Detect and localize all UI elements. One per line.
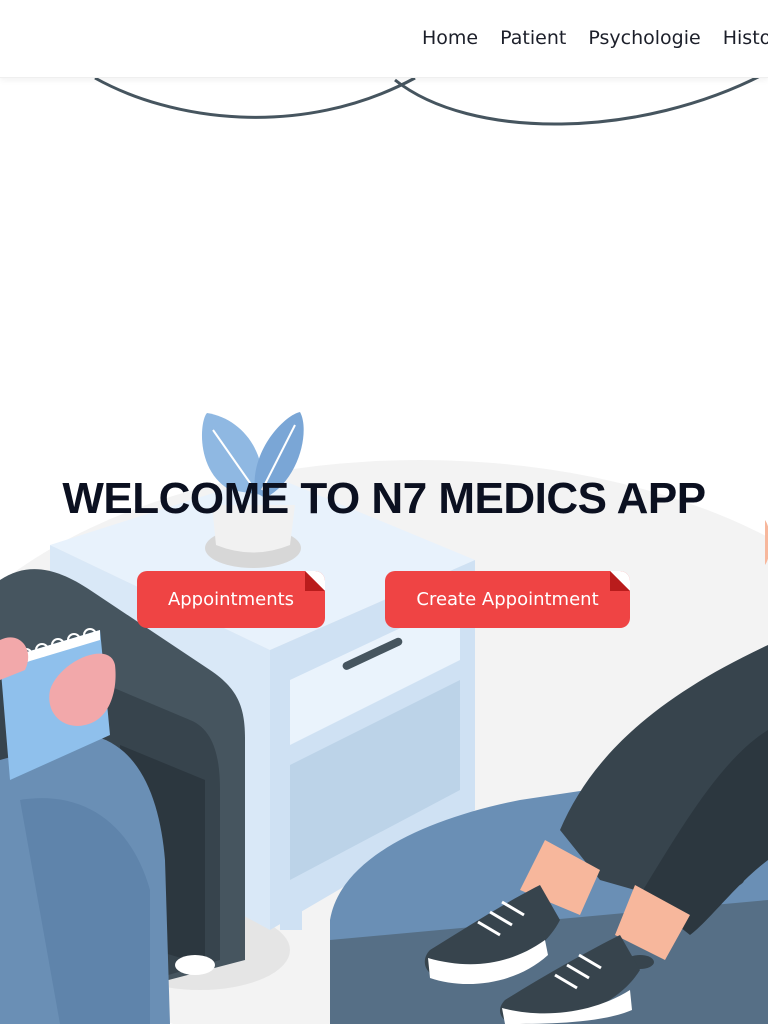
page: Home Patient Psychologie Histori WELCOME… [0,0,768,1024]
nav-item-historique[interactable]: Histori [723,27,768,49]
corner-fold-icon [305,571,325,591]
create-appointment-button-label: Create Appointment [416,589,599,610]
nav-links: Home Patient Psychologie Histori [422,27,768,49]
corner-fold-icon [610,571,630,591]
top-navbar: Home Patient Psychologie Histori [0,0,768,78]
nav-item-patient[interactable]: Patient [500,27,566,49]
nav-item-home[interactable]: Home [422,27,478,49]
nav-item-psychologie[interactable]: Psychologie [588,27,700,49]
hanging-wire-decoration [94,70,768,126]
create-appointment-button[interactable]: Create Appointment [385,571,630,628]
appointments-button[interactable]: Appointments [137,571,325,628]
appointments-button-label: Appointments [167,589,295,610]
hero-title: WELCOME TO N7 MEDICS APP [62,474,706,523]
